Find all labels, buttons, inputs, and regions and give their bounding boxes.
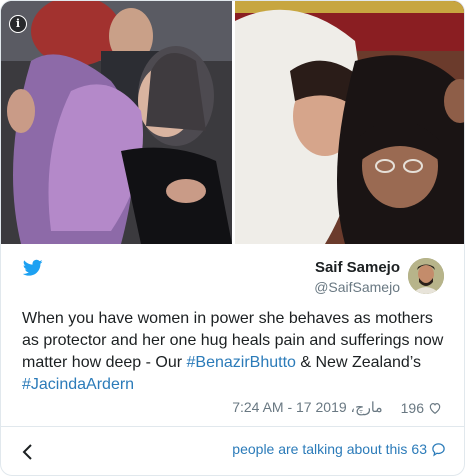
photo-jacinda-ardern[interactable]: i (1, 1, 232, 244)
author-handle[interactable]: @SaifSamejo (314, 278, 400, 296)
like-count[interactable]: 196 (401, 400, 424, 416)
tweet-text-part: & New Zealand’s (295, 354, 422, 371)
tweet-card: i Saif Samejo @SaifSamejo When you have … (0, 0, 465, 476)
tweet-footer: people are talking about this 63 (1, 426, 464, 475)
photo-benazir-bhutto[interactable] (235, 1, 464, 244)
author-block[interactable]: Saif Samejo @SaifSamejo (314, 258, 400, 296)
twitter-bird-icon[interactable] (23, 259, 43, 277)
heart-icon[interactable] (428, 401, 442, 415)
tweet-media[interactable]: i (1, 1, 464, 244)
talking-label[interactable]: people are talking about this (232, 441, 407, 457)
hashtag-jacindaardern[interactable]: #JacindaArdern (22, 376, 134, 393)
talking-count[interactable]: 63 (411, 441, 427, 457)
tweet-header: Saif Samejo @SaifSamejo (1, 244, 464, 299)
tweet-text: When you have women in power she behaves… (22, 308, 446, 396)
author-name[interactable]: Saif Samejo (314, 258, 400, 278)
people-talking-link[interactable]: people are talking about this 63 (232, 441, 446, 457)
hashtag-benazirbhutto[interactable]: #BenazirBhutto (187, 354, 296, 371)
timestamp[interactable]: 7:24 AM - 17 مارچ، 2019 (232, 399, 382, 416)
tweet-meta: 7:24 AM - 17 مارچ، 2019 196 (232, 399, 442, 416)
chevron-left-icon[interactable] (19, 442, 37, 462)
info-icon[interactable]: i (9, 15, 27, 33)
avatar[interactable] (408, 258, 444, 294)
chat-bubble-icon[interactable] (431, 442, 446, 457)
